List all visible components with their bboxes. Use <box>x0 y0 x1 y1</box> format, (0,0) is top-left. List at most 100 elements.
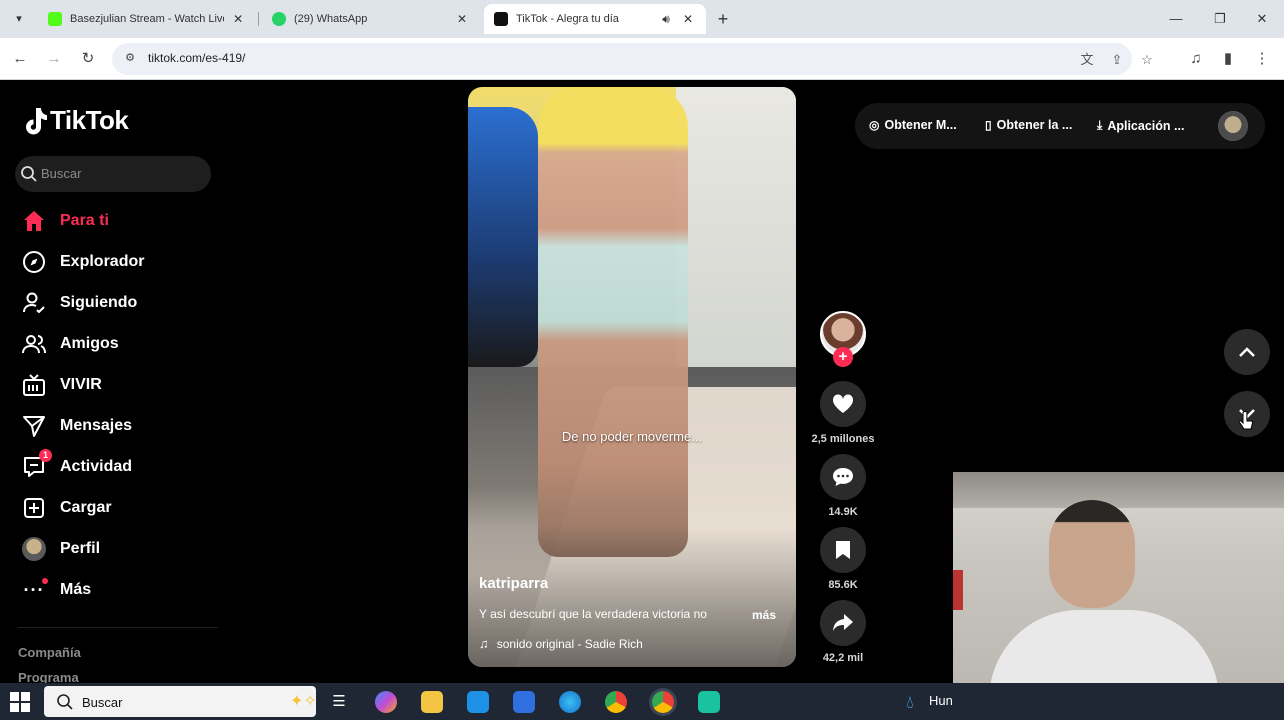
sidebar-item-mas[interactable]: ··· Más <box>20 572 220 608</box>
sidebar-item-perfil[interactable]: Perfil <box>20 531 220 567</box>
comment-count: 14.9K <box>828 506 858 518</box>
messages-icon <box>20 412 48 440</box>
webcam-overlay <box>953 472 1284 683</box>
like-button[interactable] <box>820 381 866 427</box>
sidebar-item-siguiendo[interactable]: Siguiendo <box>20 285 220 321</box>
close-tab-icon[interactable]: ✕ <box>230 12 246 26</box>
extension-icon[interactable]: ▮ <box>1216 47 1240 71</box>
copilot-sparkle-icon: ✦✧ <box>290 693 317 710</box>
back-icon[interactable]: ← <box>8 47 32 71</box>
share-button[interactable] <box>820 600 866 646</box>
translate-icon[interactable]: 文 <box>1078 51 1096 69</box>
install-app-icon[interactable]: ⇪ <box>1108 51 1126 69</box>
tab-title: TikTok - Alegra tu día <box>516 13 619 25</box>
file-explorer-icon[interactable] <box>421 691 443 713</box>
top-actions-bar: ◎ Obtener M... ▯ Obtener la ... ⤓ Aplica… <box>855 103 1265 149</box>
video-player[interactable]: De no poder moverme... katriparra Y así … <box>468 87 796 667</box>
sidebar-item-actividad[interactable]: 1 Actividad <box>20 449 220 485</box>
video-description: Y así descubrí que la verdadera victoria… <box>479 607 707 621</box>
webcam-background-shelf <box>953 472 1284 508</box>
url-text[interactable]: tiktok.com/es-419/ <box>148 51 245 65</box>
friends-icon <box>20 330 48 358</box>
weather-drop-icon[interactable]: 💧︎ <box>900 691 920 713</box>
footer-link-programa[interactable]: Programa <box>18 670 79 683</box>
mouse-pointer-icon <box>1238 411 1254 430</box>
chrome-active-icon[interactable] <box>652 691 674 713</box>
phone-icon: ▯ <box>985 118 992 132</box>
sidebar-item-para-ti[interactable]: Para ti <box>20 203 220 239</box>
close-tab-icon[interactable]: ✕ <box>680 12 696 26</box>
browser-menu-icon[interactable]: ⋮ <box>1250 47 1274 71</box>
outlook-icon[interactable] <box>513 691 535 713</box>
share-count: 42,2 mil <box>822 652 864 664</box>
windows-start-icon[interactable] <box>10 692 30 712</box>
video-author[interactable]: katriparra <box>479 575 548 592</box>
activity-badge: 1 <box>39 449 52 462</box>
minimize-icon[interactable]: — <box>1156 6 1196 32</box>
live-icon <box>20 371 48 399</box>
task-view-icon[interactable]: ☰ <box>328 691 350 713</box>
webcam-person-shirt <box>989 610 1219 683</box>
search-input[interactable]: Buscar <box>15 156 211 192</box>
desktop-app-button[interactable]: ⤓ Aplicación ... <box>1097 118 1184 133</box>
tab-tiktok[interactable]: TikTok - Alegra tu día 🔊︎ ✕ <box>484 4 706 34</box>
more-notification-dot <box>42 578 48 584</box>
more-icon: ··· <box>20 576 48 604</box>
chevron-up-icon <box>1239 347 1255 357</box>
media-controls-icon[interactable]: ♫ <box>1184 47 1208 71</box>
footer-link-compania[interactable]: Compañía <box>18 645 81 660</box>
microsoft-store-icon[interactable] <box>467 691 489 713</box>
previous-video-button[interactable] <box>1224 329 1270 375</box>
forward-icon[interactable]: → <box>42 47 66 71</box>
profile-icon <box>20 535 48 563</box>
edge-icon[interactable] <box>559 691 581 713</box>
sidebar-item-vivir[interactable]: VIVIR <box>20 367 220 403</box>
video-music[interactable]: ♫ sonido original - Sadie Rich <box>479 636 643 651</box>
taskbar-search-placeholder: Buscar <box>82 695 123 710</box>
tiktok-favicon-icon <box>494 12 508 26</box>
bookmark-star-icon[interactable]: ☆ <box>1138 51 1156 69</box>
restore-icon[interactable]: ❐ <box>1200 6 1240 32</box>
chrome-icon[interactable] <box>605 691 627 713</box>
tab-title: (29) WhatsApp <box>294 13 368 25</box>
tiktok-page: TikTok Buscar Para ti Explorador Siguien… <box>0 81 1284 683</box>
tab-kick-stream[interactable]: Basezjulian Stream - Watch Live ✕ <box>38 4 256 34</box>
close-tab-icon[interactable]: ✕ <box>454 12 470 26</box>
comment-icon <box>833 468 853 486</box>
get-app-button[interactable]: ▯ Obtener la ... <box>985 118 1072 132</box>
taskbar-search[interactable]: Buscar ✦✧ <box>44 686 317 717</box>
user-avatar[interactable] <box>1218 111 1248 141</box>
get-coins-button[interactable]: ◎ Obtener M... <box>869 118 957 132</box>
tab-whatsapp[interactable]: (29) WhatsApp ✕ <box>262 4 480 34</box>
sidebar-item-amigos[interactable]: Amigos <box>20 326 220 362</box>
save-count: 85.6K <box>828 579 858 591</box>
save-button[interactable] <box>820 527 866 573</box>
activity-icon: 1 <box>20 449 52 481</box>
sidebar-item-mensajes[interactable]: Mensajes <box>20 408 220 444</box>
new-tab-button[interactable]: + <box>712 8 734 30</box>
app-icon[interactable] <box>698 691 720 713</box>
description-more-link[interactable]: más <box>752 608 776 622</box>
search-placeholder: Buscar <box>41 166 82 181</box>
weather-label[interactable]: Hun <box>929 693 953 708</box>
reload-icon[interactable]: ↻ <box>76 47 100 71</box>
tab-search-dropdown-icon[interactable]: ▾ <box>8 8 30 30</box>
bookmark-icon <box>836 541 850 559</box>
share-icon <box>833 614 853 631</box>
browser-toolbar: ← → ↻ ⚙ tiktok.com/es-419/ 文 ⇪ ☆ ♫ ▮ ⋮ <box>0 38 1284 80</box>
tiktok-logo[interactable]: TikTok <box>22 105 129 136</box>
follow-plus-icon[interactable]: + <box>833 347 853 367</box>
sidebar-item-cargar[interactable]: Cargar <box>20 490 220 526</box>
speaker-audio-icon[interactable]: 🔊︎ <box>658 12 674 27</box>
close-window-icon[interactable]: ✕ <box>1242 6 1282 32</box>
download-icon: ⤓ <box>1097 118 1103 132</box>
webcam-person-head <box>1049 500 1135 608</box>
comment-button[interactable] <box>820 454 866 500</box>
music-title: sonido original - Sadie Rich <box>496 636 643 651</box>
sidebar-item-explorador[interactable]: Explorador <box>20 244 220 280</box>
upload-icon <box>20 494 48 522</box>
copilot-icon[interactable] <box>375 691 397 713</box>
site-info-icon[interactable]: ⚙ <box>122 51 138 67</box>
kick-favicon-icon <box>48 12 62 26</box>
address-bar[interactable]: ⚙ tiktok.com/es-419/ 文 ⇪ ☆ <box>112 43 1153 75</box>
